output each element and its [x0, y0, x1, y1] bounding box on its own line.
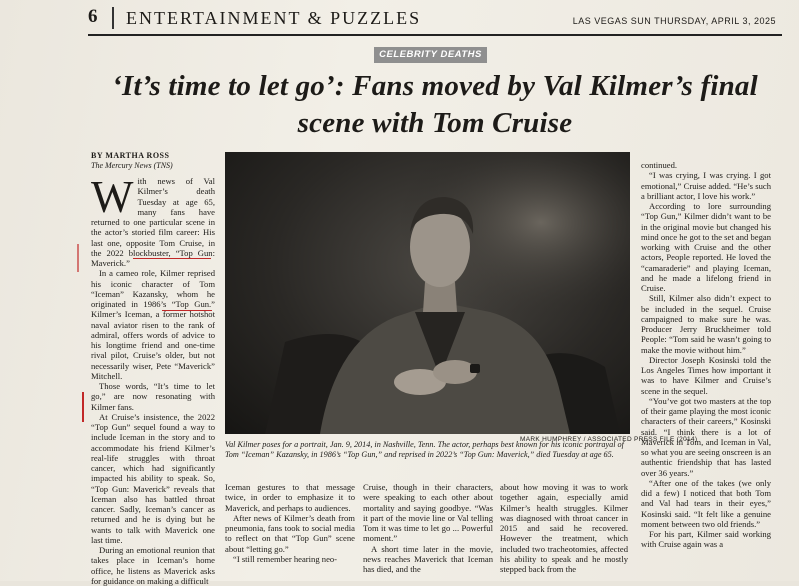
paragraph: A short time later in the movie, news re…	[363, 543, 493, 575]
paragraph: “After one of the takes (we only did a f…	[641, 477, 771, 529]
article-column-4: about how moving it was to work together…	[500, 482, 628, 574]
paragraph: Director Joseph Kosinski told the Los An…	[641, 354, 771, 396]
paragraph: According to lore surrounding “Top Gun,”…	[641, 201, 771, 293]
paragraph: For his part, Kilmer said working with C…	[641, 529, 771, 550]
paragraph: “You’ve got two masters at the top of th…	[641, 395, 771, 478]
page-number: 6	[88, 6, 98, 27]
byline-source: The Mercury News (TNS)	[91, 161, 173, 170]
drop-cap: W	[91, 172, 134, 222]
paragraph: about how moving it was to work together…	[500, 482, 628, 574]
paragraph: During an emotional reunion that takes p…	[91, 545, 215, 586]
paragraph: continued.	[641, 160, 678, 170]
pen-mark-margin	[82, 392, 84, 422]
paragraph: “I still remember hearing neo-	[233, 553, 338, 564]
paragraph: After news of Kilmer’s death from pneumo…	[225, 512, 355, 554]
dateline: LAS VEGAS SUN THURSDAY, APRIL 3, 2025	[572, 16, 776, 26]
paragraph: At Cruise’s insistence, the 2022 “Top Gu…	[91, 411, 215, 545]
portrait-illustration	[225, 152, 630, 434]
paragraph: Cruise, though in their characters, were…	[363, 482, 493, 544]
article-column-5: continued. “I was crying, I was crying. I…	[641, 160, 771, 550]
article-column-3: Cruise, though in their characters, were…	[363, 482, 493, 574]
header-divider	[112, 7, 114, 29]
pen-mark-underline	[133, 258, 211, 259]
photo-caption: Val Kilmer poses for a portrait, Jan. 9,…	[225, 440, 624, 460]
category-badge: CELEBRITY DEATHS	[374, 47, 487, 63]
section-name: ENTERTAINMENT & PUZZLES	[126, 8, 422, 28]
byline: BY MARTHA ROSS	[91, 151, 170, 160]
pen-mark-margin	[77, 244, 79, 272]
paragraph: Iceman gestures to that message twice, i…	[225, 482, 355, 513]
paragraph: Those words, “It’s time to let go,” are …	[91, 381, 215, 412]
headline: ‘It’s time to let go’: Fans moved by Val…	[112, 70, 758, 139]
pen-mark-underline	[162, 310, 212, 311]
paragraph: In a cameo role, Kilmer reprised his ico…	[91, 268, 215, 381]
portrait-photo	[225, 152, 630, 434]
page-header: 6 ENTERTAINMENT & PUZZLES LAS VEGAS SUN …	[88, 4, 782, 36]
paragraph: “I was crying, I was crying. I got emoti…	[641, 170, 771, 201]
paragraph: Still, Kilmer also didn’t expect to be i…	[641, 293, 771, 355]
newspaper-page: 6 ENTERTAINMENT & PUZZLES LAS VEGAS SUN …	[0, 0, 799, 586]
article-column-2: Iceman gestures to that message twice, i…	[225, 482, 355, 564]
article-column-1: W ith news of Val Kilmer’s death Tuesday…	[91, 172, 215, 586]
